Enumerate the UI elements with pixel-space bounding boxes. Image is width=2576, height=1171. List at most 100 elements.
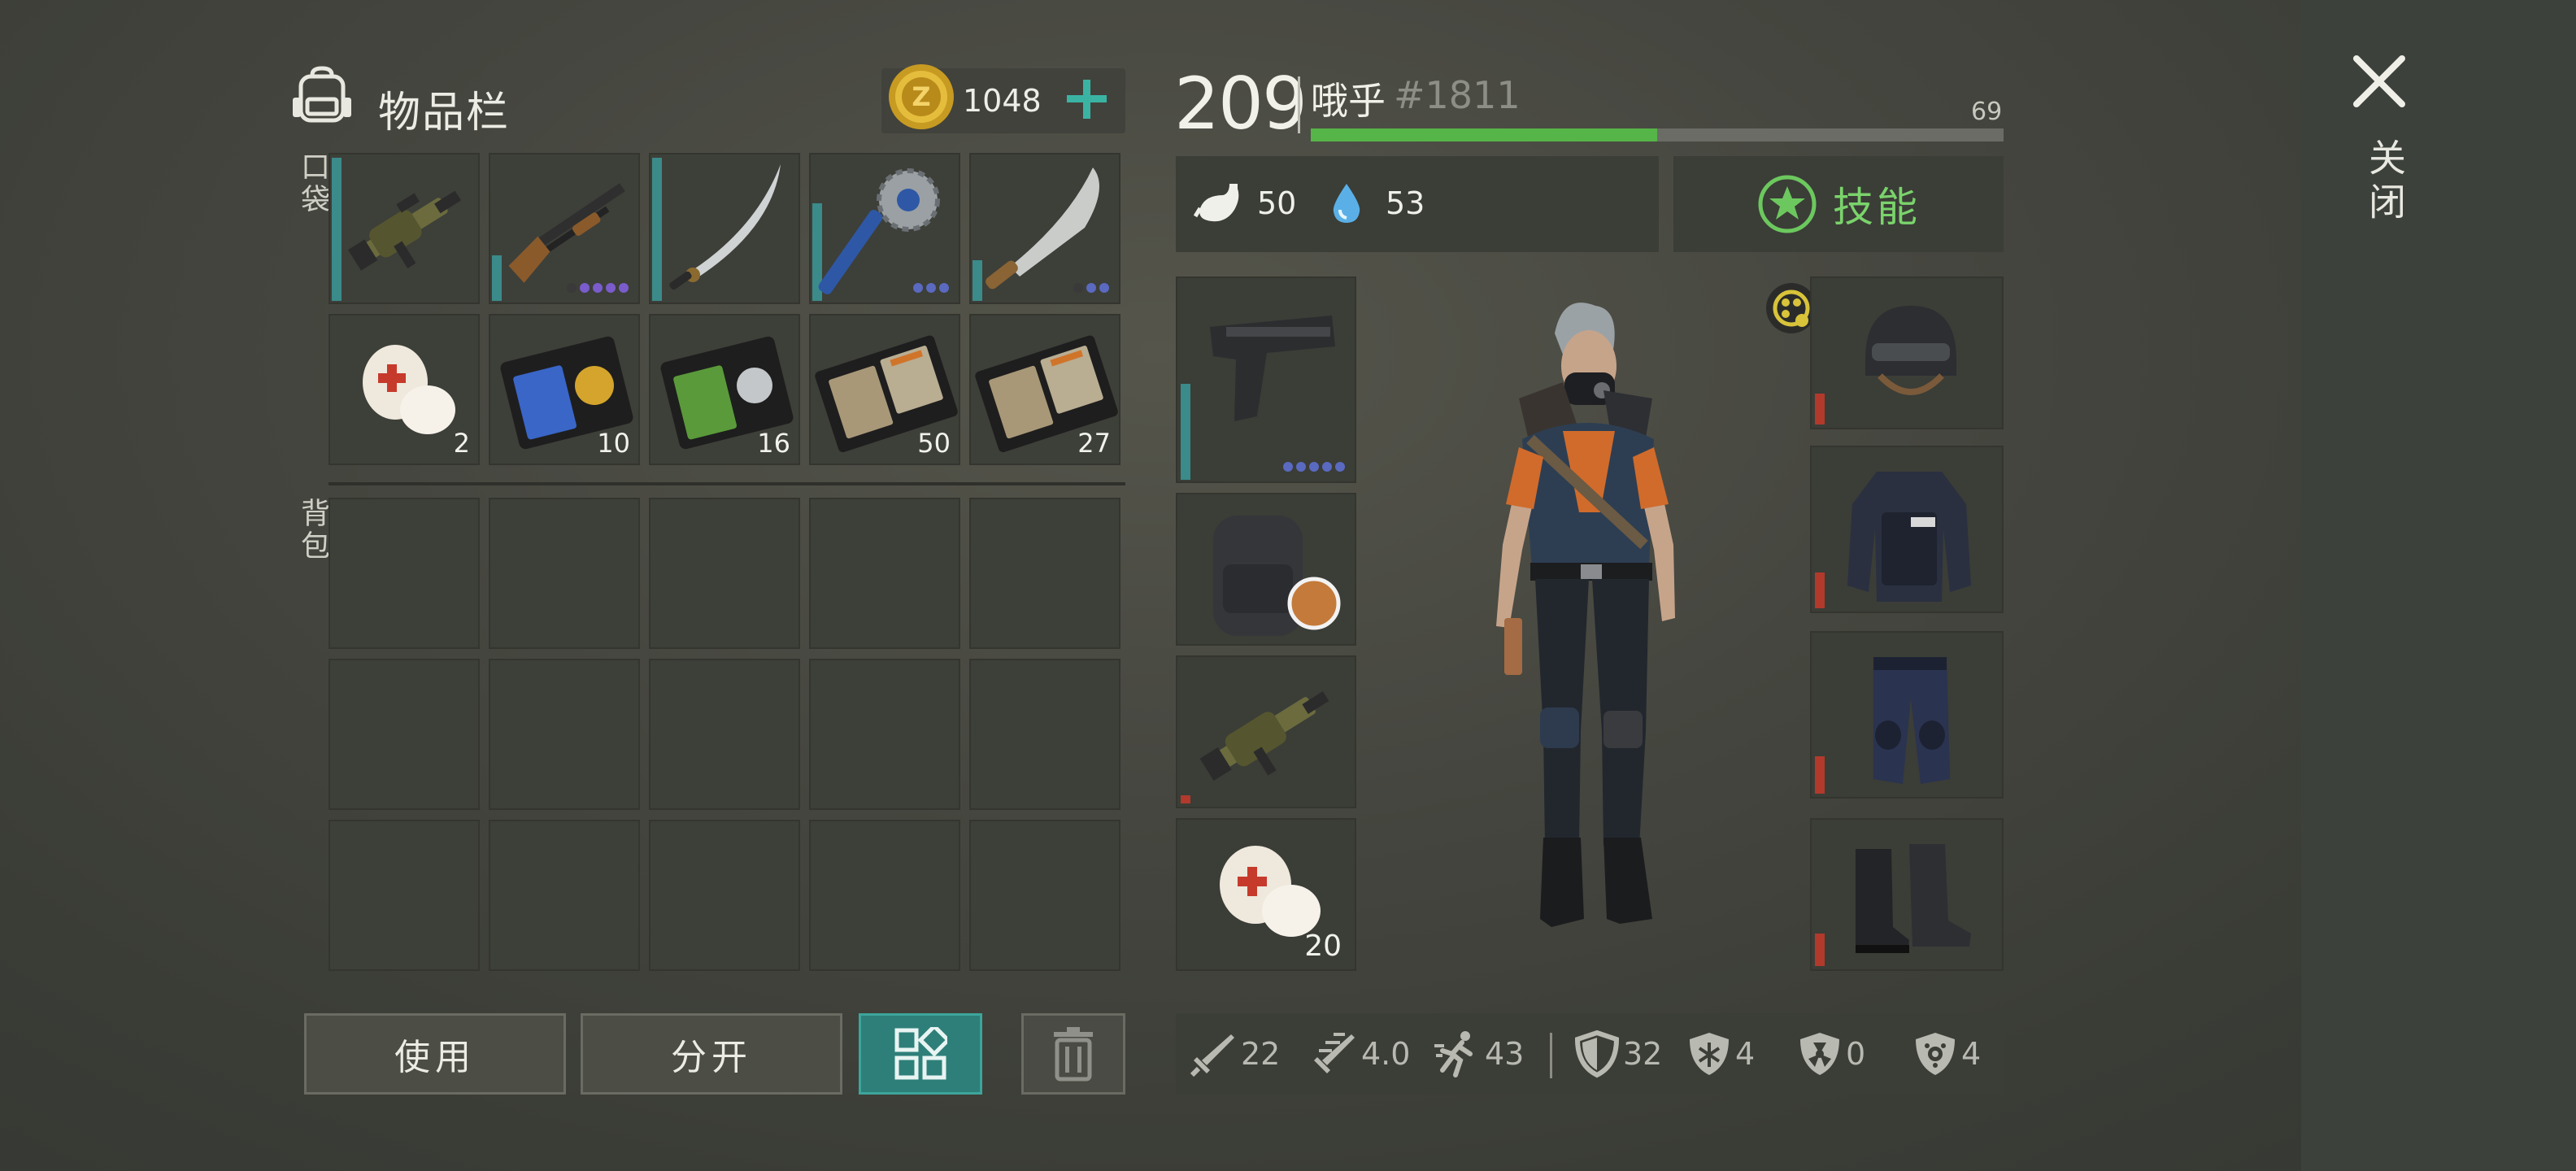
backpack-slot[interactable] xyxy=(809,498,960,649)
item-count: 10 xyxy=(597,428,630,459)
sort-grid-button[interactable] xyxy=(859,1013,982,1095)
backpack-item-icon xyxy=(1213,516,1341,636)
running-icon xyxy=(1434,1031,1473,1077)
grenade-launcher-icon xyxy=(348,190,461,271)
pocket-slot-1[interactable] xyxy=(329,153,480,304)
hunger-value: 50 xyxy=(1257,185,1297,221)
equip-slot-pants[interactable] xyxy=(1810,631,2004,799)
trash-icon xyxy=(1054,1027,1093,1082)
backpack-slot[interactable] xyxy=(329,659,480,810)
close-label[interactable]: 关闭 xyxy=(2358,138,2412,226)
split-button[interactable]: 分开 xyxy=(581,1013,842,1095)
svg-text:Z: Z xyxy=(912,81,930,112)
equip-slot-pistol[interactable] xyxy=(1176,276,1356,483)
backpack-slot[interactable] xyxy=(969,820,1120,971)
backpack-slot[interactable] xyxy=(489,659,640,810)
item-count: 16 xyxy=(757,428,790,459)
backpack-slot[interactable] xyxy=(969,659,1120,810)
grid-icon xyxy=(894,1027,947,1080)
pocket-slot-4[interactable] xyxy=(809,153,960,304)
equip-slot-backpack[interactable] xyxy=(1176,493,1356,646)
pocket-slot-3[interactable] xyxy=(649,153,800,304)
skills-button[interactable]: 技能 xyxy=(1673,156,2004,252)
item-count: 2 xyxy=(453,428,470,459)
attack-speed-value: 4.0 xyxy=(1361,1036,1411,1072)
xp-value: 69 xyxy=(1971,98,2003,126)
equip-slot-armor[interactable] xyxy=(1810,446,2004,613)
swift-sword-icon xyxy=(1314,1033,1355,1073)
backpack-slot[interactable] xyxy=(809,659,960,810)
equip-slot-boots[interactable] xyxy=(1810,818,2004,971)
equip-slot-consumable[interactable]: 20 xyxy=(1176,818,1356,971)
item-count: 20 xyxy=(1304,929,1342,963)
sword-icon xyxy=(1190,1034,1234,1077)
thirst-value: 53 xyxy=(1386,185,1425,221)
quality-dots xyxy=(1283,462,1345,472)
pocket-divider xyxy=(329,482,1125,485)
radiation-shield-icon xyxy=(1800,1033,1839,1075)
radiation-resist-stat: 0 xyxy=(1797,1030,1865,1078)
backpack-slot[interactable] xyxy=(649,820,800,971)
backpack-slot[interactable] xyxy=(489,498,640,649)
use-button[interactable]: 使用 xyxy=(304,1013,566,1095)
move-speed-value: 43 xyxy=(1485,1036,1525,1072)
cold-resist-stat: 4 xyxy=(1686,1030,1755,1078)
character-avatar xyxy=(1496,303,1675,927)
stomach-icon xyxy=(1194,184,1239,222)
move-speed-stat: 43 xyxy=(1433,1030,1524,1078)
toxic-resist-value: 4 xyxy=(1961,1036,1982,1072)
xp-bar-fill xyxy=(1311,128,1657,141)
damage-stat: 22 xyxy=(1189,1030,1280,1078)
backpack-slot[interactable] xyxy=(969,498,1120,649)
backpack-slot[interactable] xyxy=(649,659,800,810)
backpack-slot[interactable] xyxy=(329,820,480,971)
grenade-launcher-icon xyxy=(1199,691,1329,781)
boots-icon xyxy=(1856,844,1971,953)
skills-label: 技能 xyxy=(1833,184,1921,231)
pocket-slot-7[interactable]: 10 xyxy=(489,314,640,465)
pocket-label: 口袋 xyxy=(296,151,329,216)
close-icon[interactable] xyxy=(2345,47,2413,115)
inventory-title: 物品栏 xyxy=(378,89,511,137)
coin-icon: Z xyxy=(889,64,954,129)
pocket-slot-2[interactable] xyxy=(489,153,640,304)
stats-separator xyxy=(1550,1033,1552,1078)
radiation-resist-value: 0 xyxy=(1846,1036,1866,1072)
toxic-resist-stat: 4 xyxy=(1912,1030,1981,1078)
pocket-slot-5[interactable] xyxy=(969,153,1120,304)
attack-speed-stat: 4.0 xyxy=(1309,1030,1410,1078)
quality-dots xyxy=(913,283,949,293)
backpack-slot[interactable] xyxy=(329,498,480,649)
backpack-slot[interactable] xyxy=(489,820,640,971)
coin-count: 1048 xyxy=(963,83,1042,119)
backpack-icon xyxy=(293,66,351,123)
pocket-slot-8[interactable]: 16 xyxy=(649,314,800,465)
add-coins-button[interactable] xyxy=(1062,70,1111,128)
pocket-slot-6[interactable]: 2 xyxy=(329,314,480,465)
level-separator xyxy=(1298,76,1300,133)
water-drop-icon xyxy=(1333,184,1360,223)
pocket-slot-9[interactable]: 50 xyxy=(809,314,960,465)
equip-slot-weapon[interactable] xyxy=(1176,655,1356,808)
damage-value: 22 xyxy=(1241,1036,1281,1072)
toxic-shield-icon xyxy=(1916,1033,1955,1075)
delete-button[interactable] xyxy=(1021,1013,1125,1095)
quality-dots xyxy=(1073,283,1109,293)
player-name: 哦乎 xyxy=(1311,79,1386,123)
player-tag: #1811 xyxy=(1394,73,1521,117)
star-icon xyxy=(1758,175,1817,233)
backpack-label: 背包 xyxy=(296,498,329,563)
armor-value: 32 xyxy=(1623,1036,1663,1072)
katana-icon xyxy=(669,164,781,290)
backpack-slot[interactable] xyxy=(809,820,960,971)
right-side-panel xyxy=(2301,0,2576,1171)
pants-icon xyxy=(1873,657,1950,784)
pocket-slot-10[interactable]: 27 xyxy=(969,314,1120,465)
backpack-slot[interactable] xyxy=(649,498,800,649)
item-count: 50 xyxy=(917,428,951,459)
cold-resist-value: 4 xyxy=(1735,1036,1756,1072)
shield-icon xyxy=(1574,1030,1620,1078)
armor-stat: 32 xyxy=(1574,1030,1662,1078)
pistol-icon xyxy=(1210,316,1335,421)
equip-slot-helmet[interactable] xyxy=(1810,276,2004,429)
